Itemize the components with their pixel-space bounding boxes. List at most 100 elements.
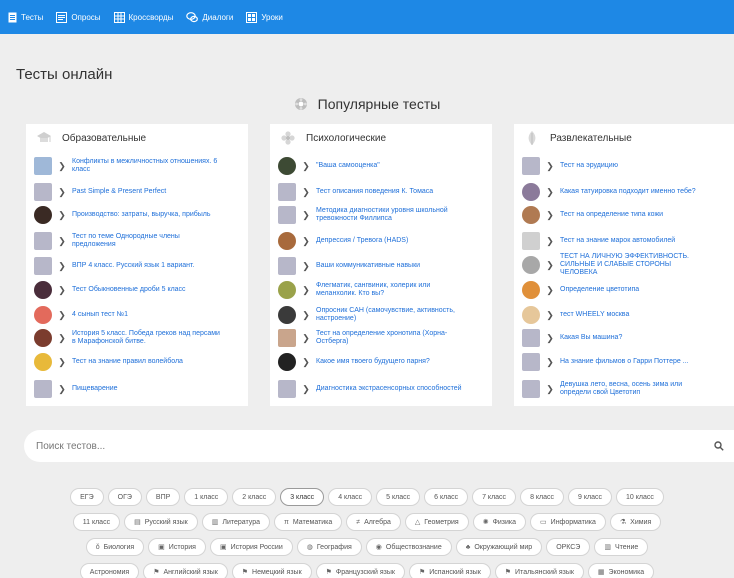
- tag-label: Химия: [630, 518, 652, 526]
- test-link[interactable]: ❯ Конфликты в межличностных отношениях. 6…: [34, 157, 222, 175]
- test-thumbnail: [34, 206, 52, 224]
- flag-icon: ⚑: [325, 569, 332, 576]
- tag-history[interactable]: ▣ История: [148, 538, 206, 556]
- test-link[interactable]: ❯ Тест описания поведения К. Томаса: [278, 183, 466, 201]
- nav-tests[interactable]: Тесты: [8, 12, 43, 23]
- chevron-right-icon: ❯: [302, 260, 310, 271]
- test-link[interactable]: ❯ Тест по теме Однородные члены предложен…: [34, 232, 222, 250]
- test-link[interactable]: ❯ На знание фильмов о Гарри Поттере ...: [522, 353, 710, 371]
- tag-grade-6[interactable]: 6 класс: [424, 488, 469, 506]
- chevron-right-icon: ❯: [546, 332, 554, 343]
- tag-algebra[interactable]: ≠ Алгебра: [346, 513, 401, 531]
- tag-french[interactable]: ⚑ Французский язык: [315, 563, 405, 578]
- nav-lessons[interactable]: Уроки: [246, 11, 283, 23]
- tag-geometry[interactable]: △ Геометрия: [404, 513, 469, 531]
- test-link[interactable]: ❯ Тест Обыкновенные дроби 5 класс: [34, 281, 222, 299]
- chevron-right-icon: ❯: [58, 383, 66, 394]
- test-link[interactable]: ❯ Депрессия / Тревога (HADS): [278, 232, 466, 250]
- tag-social-studies[interactable]: ◉ Обществознание: [365, 538, 452, 556]
- test-link[interactable]: ❯ тест WHEELY москва: [522, 306, 710, 324]
- tag-grade-9[interactable]: 9 класс: [568, 488, 612, 506]
- tag-grade-5[interactable]: 5 класс: [376, 488, 421, 506]
- chevron-right-icon: ❯: [546, 235, 554, 246]
- nav-polls[interactable]: Опросы: [56, 11, 101, 23]
- test-link[interactable]: ❯ Определение цветотипа: [522, 281, 710, 299]
- tag-label: Немецкий язык: [252, 568, 302, 576]
- tag-world-around[interactable]: ♣ Окружающий мир: [455, 538, 543, 556]
- tag-physics[interactable]: ✺ Физика: [472, 513, 527, 531]
- chevron-right-icon: ❯: [58, 235, 66, 246]
- test-link[interactable]: ❯ Тест на знание правил волейбола: [34, 353, 222, 371]
- tag-informatics[interactable]: ▭ Информатика: [530, 513, 606, 531]
- tag-history-russia[interactable]: ▣ История России: [209, 538, 293, 556]
- tag-russian[interactable]: ▤ Русский язык: [124, 513, 198, 531]
- test-thumbnail: [522, 183, 540, 201]
- chevron-right-icon: ❯: [58, 186, 66, 197]
- test-link[interactable]: ❯ Девушка лето, весна, осень зима или опр…: [522, 380, 710, 398]
- test-title: Девушка лето, весна, осень зима или опре…: [560, 381, 683, 396]
- test-link[interactable]: ❯ Ваши коммуникативные навыки: [278, 257, 466, 275]
- test-link[interactable]: ❯ Методика диагностики уровня школьной тр…: [278, 206, 466, 224]
- test-link[interactable]: ❯ Пищеварение: [34, 380, 222, 398]
- tag-grade-8[interactable]: 8 класс: [520, 488, 565, 506]
- tag-grade-3[interactable]: 3 класс: [280, 488, 325, 506]
- test-link[interactable]: ❯ Past Simple & Present Perfect: [34, 183, 222, 201]
- tag-math[interactable]: π Математика: [274, 513, 343, 531]
- test-link[interactable]: ❯ Производство: затраты, выручка, прибыль: [34, 206, 222, 224]
- test-link[interactable]: ❯ Флегматик, сангвиник, холерик или мелан…: [278, 281, 466, 299]
- tag-spanish[interactable]: ⚑ Испанский язык: [408, 563, 491, 578]
- tag-label: Чтение: [614, 543, 639, 551]
- tag-literature[interactable]: ▥ Литература: [201, 513, 270, 531]
- tag-grade-2[interactable]: 2 класс: [232, 488, 277, 506]
- test-link[interactable]: ❯ "Ваша самооценка": [278, 157, 466, 175]
- test-link[interactable]: ❯ ТЕСТ НА ЛИЧНУЮ ЭФФЕКТИВНОСТЬ. СИЛЬНЫЕ И…: [522, 253, 710, 277]
- test-title: Определение цветотипа: [560, 286, 640, 293]
- chevron-right-icon: ❯: [58, 356, 66, 367]
- chevron-right-icon: ❯: [58, 209, 66, 220]
- tag-oge[interactable]: ОГЭ: [107, 488, 142, 506]
- tag-grade-4[interactable]: 4 класс: [328, 488, 373, 506]
- tag-geography[interactable]: ◍ География: [296, 538, 362, 556]
- tag-orkse[interactable]: ОРКСЭ: [546, 538, 591, 556]
- tag-vpr[interactable]: ВПР: [145, 488, 181, 506]
- tag-english[interactable]: ⚑ Английский язык: [143, 563, 228, 578]
- test-link[interactable]: ❯ Диагностика экстрасенсорных способносте…: [278, 380, 466, 398]
- tag-grade-1[interactable]: 1 класс: [184, 488, 229, 506]
- tag-label: 8 класс: [530, 493, 555, 501]
- card-header: Психологические: [270, 124, 492, 152]
- test-link[interactable]: ❯ Тест на определение хронотипа (Хорна-Ос…: [278, 329, 466, 347]
- tag-german[interactable]: ⚑ Немецкий язык: [231, 563, 312, 578]
- tag-grade-7[interactable]: 7 класс: [472, 488, 517, 506]
- search-input[interactable]: [36, 440, 714, 452]
- tag-ege[interactable]: ЕГЭ: [70, 488, 104, 506]
- test-link[interactable]: ❯ ВПР 4 класс. Русский язык 1 вариант.: [34, 257, 222, 275]
- nav-crosswords[interactable]: Кроссворды: [113, 11, 173, 23]
- nav-dialogs[interactable]: Диалоги: [186, 11, 233, 23]
- test-link[interactable]: ❯ История 5 класс. Победа греков над перс…: [34, 329, 222, 347]
- leaves-icon: [528, 131, 536, 145]
- test-link[interactable]: ❯ Какая татуировка подходит именно тебе?: [522, 183, 710, 201]
- tag-biology[interactable]: ǒ Биология: [85, 538, 145, 556]
- test-title: Методика диагностики уровня школьной тре…: [316, 207, 448, 222]
- tag-grade-11[interactable]: 11 класс: [72, 513, 121, 531]
- test-link[interactable]: ❯ Какая Вы машина?: [522, 329, 710, 347]
- tag-astronomy[interactable]: Астрономия: [79, 563, 140, 578]
- test-link[interactable]: ❯ Тест на знание марок автомобилей: [522, 232, 710, 250]
- search-icon[interactable]: [714, 441, 724, 451]
- test-link[interactable]: ❯ 4 сынып тест №1: [34, 306, 222, 324]
- test-link[interactable]: ❯ Тест на определение типа кожи: [522, 206, 710, 224]
- tag-row-2: 11 класс ▤ Русский язык ▥ Литература π Мате…: [0, 513, 734, 531]
- test-link[interactable]: ❯ Какое имя твоего будущего парня?: [278, 353, 466, 371]
- flask-icon: ⚗: [619, 519, 627, 526]
- tag-grade-10[interactable]: 10 класс: [616, 488, 664, 506]
- tag-reading[interactable]: ▥ Чтение: [594, 538, 649, 556]
- tag-chemistry[interactable]: ⚗ Химия: [609, 513, 662, 531]
- search-bar: [24, 430, 734, 462]
- test-link[interactable]: ❯ Тест на эрудицию: [522, 157, 710, 175]
- scroll-icon: ▣: [219, 544, 227, 551]
- tag-economics[interactable]: ▦ Экономика: [587, 563, 655, 578]
- tag-label: История: [168, 543, 196, 551]
- test-link[interactable]: ❯ Опросник САН (самочувствие, активность,…: [278, 306, 466, 324]
- tag-italian[interactable]: ⚑ Итальянский язык: [494, 563, 584, 578]
- chevron-right-icon: ❯: [546, 186, 554, 197]
